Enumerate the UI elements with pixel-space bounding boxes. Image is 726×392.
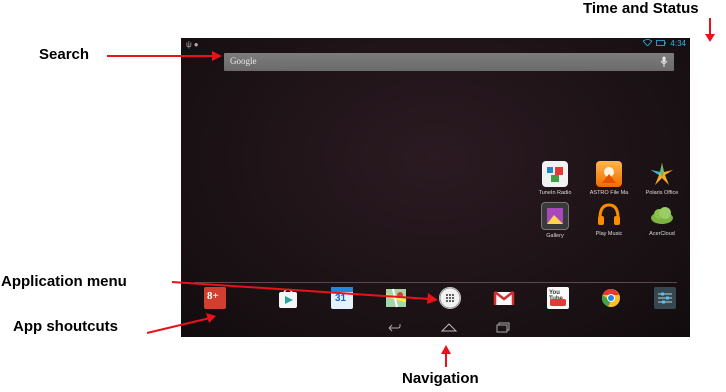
status-right: 4:34 — [642, 39, 686, 48]
back-icon[interactable] — [386, 320, 402, 337]
desktop-app-play-music[interactable]: Play Music — [584, 202, 634, 237]
application-menu-callout: Application menu — [1, 273, 127, 290]
usb-icon: ψ — [186, 40, 194, 49]
desktop-app-label: Play Music — [595, 231, 623, 237]
google-plus-text: 8+ — [207, 290, 219, 302]
desktop-app-tunein[interactable]: TuneIn Radio — [530, 161, 580, 196]
desktop-app-label: ASTRO File Ma — [589, 190, 629, 196]
google-search-bar[interactable]: Google — [224, 53, 674, 71]
calendar-icon[interactable]: 31 — [331, 287, 353, 309]
app-drawer-icon[interactable] — [439, 287, 461, 309]
search-placeholder: Google — [230, 56, 257, 66]
acercloud-icon — [649, 202, 675, 228]
desktop-app-polaris[interactable]: Polaris Office — [637, 161, 687, 196]
status-left-icons: ψ● — [186, 40, 201, 49]
desktop-app-gallery[interactable]: Gallery — [530, 202, 580, 239]
dock-divider — [194, 282, 677, 283]
gallery-icon — [541, 202, 569, 230]
tablet-home-screen: ψ● 4:34 Google TuneIn Radio ASTRO File M… — [181, 38, 690, 337]
navigation-bar — [181, 319, 690, 337]
desktop-app-astro[interactable]: ASTRO File Ma — [584, 161, 634, 196]
google-plus-icon[interactable]: 8+ — [204, 287, 226, 309]
navigation-callout: Navigation — [402, 370, 479, 387]
play-music-icon — [596, 202, 622, 228]
youtube-icon[interactable]: You Tube — [547, 287, 569, 309]
astro-file-manager-icon — [596, 161, 622, 187]
desktop-app-label: Gallery — [546, 233, 564, 239]
app-shortcuts-dock: 8+ 31 You Tube — [181, 287, 690, 313]
wifi-icon — [642, 39, 654, 48]
time-status-arrowhead — [705, 34, 715, 42]
notification-icon: ● — [193, 40, 201, 49]
search-callout: Search — [39, 46, 90, 63]
clock: 4:34 — [670, 39, 686, 48]
battery-icon — [656, 39, 668, 48]
time-status-callout: Time and Status — [583, 0, 699, 17]
play-store-icon[interactable] — [277, 287, 299, 309]
desktop-app-acercloud[interactable]: AcerCloud — [637, 202, 687, 237]
settings-icon[interactable] — [654, 287, 676, 309]
gmail-icon[interactable] — [493, 287, 515, 309]
recent-apps-icon[interactable] — [495, 320, 511, 337]
home-icon[interactable] — [440, 320, 458, 337]
navigation-arrowhead — [441, 345, 451, 354]
chrome-icon[interactable] — [600, 287, 622, 309]
desktop-app-label: AcerCloud — [649, 231, 675, 237]
mic-icon[interactable] — [660, 55, 668, 73]
desktop-app-label: TuneIn Radio — [538, 190, 572, 196]
app-shortcuts-callout: App shoutcuts — [13, 318, 118, 335]
calendar-date: 31 — [335, 293, 347, 304]
tunein-icon — [542, 161, 568, 187]
desktop-app-label: Polaris Office — [645, 190, 679, 196]
maps-icon[interactable] — [385, 287, 407, 309]
polaris-office-icon — [649, 161, 675, 187]
status-bar[interactable]: ψ● 4:34 — [181, 38, 690, 51]
